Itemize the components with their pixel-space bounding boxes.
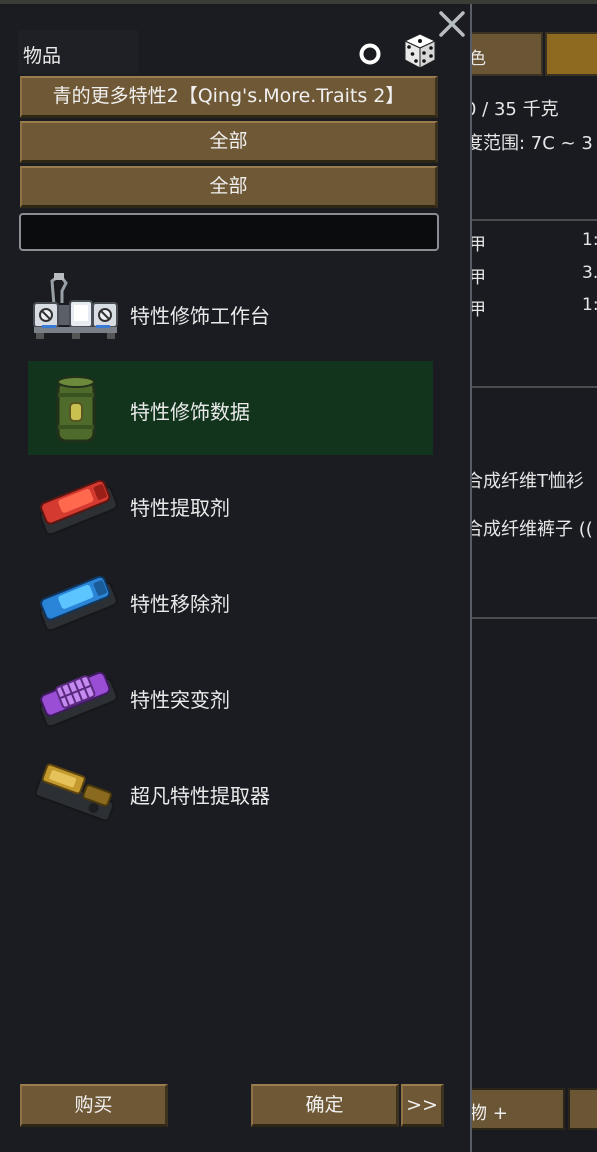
- dialog-title: 物品: [18, 30, 138, 74]
- purple-injector-icon: [39, 671, 118, 728]
- divider: [471, 386, 597, 388]
- background-tab-label: 色: [471, 49, 486, 69]
- buy-button[interactable]: 购买: [20, 1084, 168, 1127]
- confirm-button[interactable]: 确定: [251, 1084, 399, 1127]
- background-bottom-button-label: 物 +: [471, 1103, 508, 1124]
- gold-extractor-icon: [34, 763, 115, 822]
- stat-label: 甲: [471, 235, 486, 255]
- list-item-selected[interactable]: 特性修饰数据: [28, 361, 433, 455]
- ring-icon[interactable]: [358, 42, 382, 66]
- red-injector-icon: [39, 479, 118, 536]
- divider: [471, 219, 597, 221]
- subcategory-filter-dropdown[interactable]: 全部: [20, 166, 438, 208]
- apparel-item[interactable]: 合成纤维裤子 ((: [471, 515, 593, 541]
- stat-value: 1:: [582, 230, 597, 250]
- stat-label: 甲: [471, 268, 486, 288]
- list-item[interactable]: 特性修饰工作台: [28, 265, 433, 359]
- dialog-title-text: 物品: [23, 45, 62, 67]
- search-input[interactable]: [19, 213, 439, 251]
- stat-value: 3.: [582, 263, 597, 283]
- list-item[interactable]: 超凡特性提取器: [28, 745, 433, 839]
- item-label: 特性突变剂: [130, 688, 230, 712]
- item-label: 特性修饰数据: [130, 400, 250, 424]
- background-bottom-button[interactable]: 物 +: [471, 1088, 565, 1130]
- workbench-icon: [33, 272, 118, 339]
- item-label: 特性移除剂: [130, 592, 230, 616]
- blue-injector-icon: [39, 575, 118, 632]
- item-label: 超凡特性提取器: [130, 784, 270, 808]
- source-filter-dropdown[interactable]: 青的更多特性2【Qing's.More.Traits 2】: [20, 76, 438, 118]
- barrel-icon: [56, 376, 96, 443]
- category-filter-dropdown[interactable]: 全部: [20, 121, 438, 163]
- item-label: 特性修饰工作台: [130, 304, 270, 328]
- item-dialog: 物品 青的更多特性2【Qing's.More.Traits 2】 全部 全部 特…: [0, 4, 472, 1152]
- apparel-item[interactable]: 合成纤维T恤衫: [471, 467, 584, 493]
- next-button[interactable]: >>: [401, 1084, 444, 1127]
- item-label: 特性提取剂: [130, 496, 230, 520]
- dice-icon[interactable]: [400, 31, 440, 71]
- background-panel: 色 0 / 35 千克 度范围: 7C ~ 3 甲 1: 甲 3. 甲 1: 合…: [471, 4, 597, 1152]
- background-tab[interactable]: 色: [471, 32, 543, 76]
- list-item[interactable]: 特性提取剂: [28, 457, 433, 551]
- stat-label: 甲: [471, 300, 486, 320]
- list-item[interactable]: 特性突变剂: [28, 649, 433, 743]
- list-item[interactable]: 特性移除剂: [28, 553, 433, 647]
- weight-text: 0 / 35 千克: [471, 99, 559, 120]
- close-icon[interactable]: [436, 8, 468, 40]
- background-tab-active[interactable]: [545, 32, 597, 76]
- divider: [471, 617, 597, 619]
- background-bottom-button-2[interactable]: [568, 1088, 597, 1130]
- stat-value: 1:: [582, 295, 597, 315]
- comfort-range-text: 度范围: 7C ~ 3: [471, 133, 593, 154]
